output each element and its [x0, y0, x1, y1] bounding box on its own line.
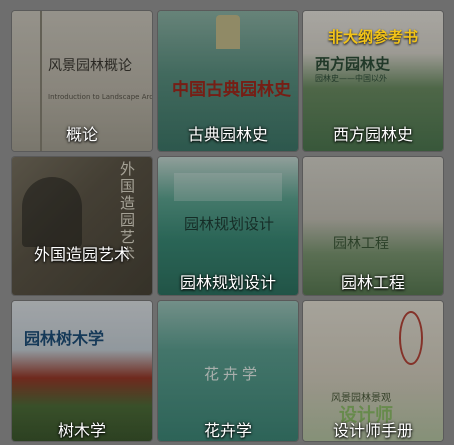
book-label: 西方园林史 [332, 125, 413, 144]
book-tile-western-garden-history[interactable]: 西方园林史 园林史——中国以外 非大纲参考书 西方园林史 [303, 11, 443, 151]
book-tile-intro[interactable]: 风景园林概论 Introduction to Landscape Archite… [12, 11, 152, 151]
book-label: 园林工程 [340, 273, 405, 292]
book-label: 园林规划设计 [179, 273, 276, 292]
book-label: 设计师手册 [332, 421, 413, 440]
book-tile-landscape-planning-design[interactable]: 园林规划设计 园林规划设计 [158, 157, 298, 295]
book-grid: 风景园林概论 Introduction to Landscape Archite… [0, 0, 454, 445]
book-tile-dendrology[interactable]: 园林树木学 树木学 [12, 301, 152, 441]
book-label: 花卉学 [203, 421, 252, 440]
book-tile-landscape-engineering[interactable]: 园林工程 园林工程 [303, 157, 443, 295]
book-tile-floriculture[interactable]: 花卉学 花卉学 [158, 301, 298, 441]
book-label: 树木学 [57, 421, 106, 440]
book-label: 概论 [65, 125, 98, 144]
book-label: 古典园林史 [187, 125, 268, 144]
book-tile-designer-handbook[interactable]: 风景园林景观 设计师 设计师手册 [303, 301, 443, 441]
book-tile-classical-garden-history[interactable]: 中国古典园林史 古典园林史 [158, 11, 298, 151]
book-label: 外国造园艺术 [33, 245, 130, 264]
non-syllabus-badge: 非大纲参考书 [327, 28, 418, 46]
book-tile-foreign-garden-art[interactable]: 外国造园艺术 外国造园艺术 [12, 157, 152, 295]
